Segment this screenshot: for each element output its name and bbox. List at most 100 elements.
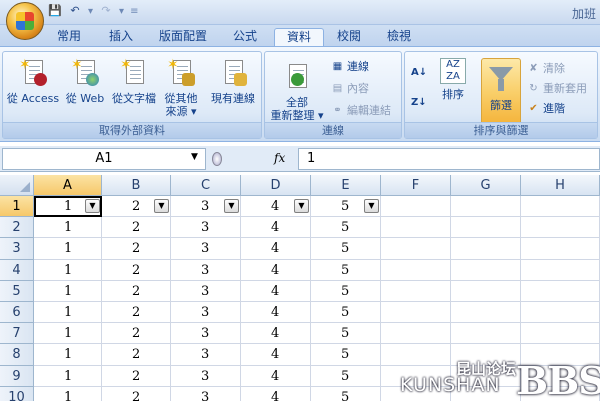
row-header-9[interactable]: 9 <box>0 365 34 387</box>
cell-h5[interactable] <box>521 280 600 302</box>
tab-page-layout[interactable]: 版面配置 <box>152 28 214 47</box>
cell-e7[interactable]: 5 <box>311 323 381 345</box>
sort-descending-button[interactable]: Z↓ <box>411 96 427 109</box>
row-header-6[interactable]: 6 <box>0 302 34 324</box>
office-button[interactable] <box>6 2 44 40</box>
column-header-e[interactable]: E <box>311 175 381 196</box>
advanced-filter-button[interactable]: ✔ 進階 <box>527 100 565 116</box>
cell-c10[interactable]: 3 <box>171 386 241 401</box>
cell-g5[interactable] <box>451 280 521 302</box>
row-header-10[interactable]: 10 <box>0 386 34 401</box>
cell-c4[interactable]: 3 <box>171 259 241 281</box>
from-other-sources-button[interactable]: ✶ 從其他 來源 ▾ <box>161 58 201 118</box>
cell-g2[interactable] <box>451 217 521 239</box>
autofilter-dropdown-icon[interactable]: ▼ <box>154 199 169 213</box>
row-header-1[interactable]: 1 <box>0 196 34 218</box>
save-icon[interactable]: 💾 <box>48 4 62 18</box>
cell-f1[interactable] <box>381 196 451 218</box>
cell-e3[interactable]: 5 <box>311 238 381 260</box>
cell-h1[interactable] <box>521 196 600 218</box>
tab-insert[interactable]: 插入 <box>102 28 140 47</box>
redo-icon[interactable]: ↷ <box>99 4 113 18</box>
cell-e10[interactable]: 5 <box>311 386 381 401</box>
cell-d3[interactable]: 4 <box>241 238 311 260</box>
cell-g1[interactable] <box>451 196 521 218</box>
cell-f4[interactable] <box>381 259 451 281</box>
tab-data[interactable]: 資料 <box>274 28 324 47</box>
autofilter-dropdown-icon[interactable]: ▼ <box>364 199 379 213</box>
cell-d10[interactable]: 4 <box>241 386 311 401</box>
cell-b4[interactable]: 2 <box>102 259 171 281</box>
cell-a6[interactable]: 1 <box>34 302 102 324</box>
row-header-5[interactable]: 5 <box>0 280 34 302</box>
column-header-g[interactable]: G <box>451 175 521 196</box>
cell-c2[interactable]: 3 <box>171 217 241 239</box>
cell-c8[interactable]: 3 <box>171 344 241 366</box>
cell-h2[interactable] <box>521 217 600 239</box>
properties-button[interactable]: ▤ 內容 <box>331 80 369 96</box>
cell-d4[interactable]: 4 <box>241 259 311 281</box>
cell-e8[interactable]: 5 <box>311 344 381 366</box>
from-text-button[interactable]: ✶ 從文字檔 <box>109 58 159 105</box>
cell-a2[interactable]: 1 <box>34 217 102 239</box>
formula-input[interactable]: 1 <box>298 148 600 170</box>
edit-links-button[interactable]: ⚭ 編輯連結 <box>331 102 391 118</box>
customize-qat-icon[interactable]: ≡ <box>130 6 138 17</box>
cell-a9[interactable]: 1 <box>34 365 102 387</box>
cell-b9[interactable]: 2 <box>102 365 171 387</box>
sort-ascending-button[interactable]: A↓ <box>411 66 427 79</box>
cell-e2[interactable]: 5 <box>311 217 381 239</box>
cell-f5[interactable] <box>381 280 451 302</box>
redo-dropdown-icon[interactable]: ▾ <box>119 6 124 17</box>
cell-h6[interactable] <box>521 302 600 324</box>
formula-bar-resize-handle[interactable] <box>212 152 222 166</box>
filter-button[interactable]: 篩選 <box>481 58 521 126</box>
cell-e9[interactable]: 5 <box>311 365 381 387</box>
undo-icon[interactable]: ↶ <box>68 4 82 18</box>
row-header-8[interactable]: 8 <box>0 344 34 366</box>
autofilter-dropdown-icon[interactable]: ▼ <box>85 199 100 213</box>
row-header-2[interactable]: 2 <box>0 217 34 239</box>
reapply-button[interactable]: ↻ 重新套用 <box>527 80 587 96</box>
cell-a5[interactable]: 1 <box>34 280 102 302</box>
cell-h7[interactable] <box>521 323 600 345</box>
column-header-a[interactable]: A <box>34 175 102 196</box>
cell-e5[interactable]: 5 <box>311 280 381 302</box>
autofilter-dropdown-icon[interactable]: ▼ <box>224 199 239 213</box>
cell-b8[interactable]: 2 <box>102 344 171 366</box>
column-header-h[interactable]: H <box>521 175 600 196</box>
tab-home[interactable]: 常用 <box>50 28 88 47</box>
autofilter-dropdown-icon[interactable]: ▼ <box>294 199 309 213</box>
existing-connections-button[interactable]: 現有連線 <box>207 58 259 105</box>
cell-d8[interactable]: 4 <box>241 344 311 366</box>
cell-c7[interactable]: 3 <box>171 323 241 345</box>
column-header-d[interactable]: D <box>241 175 311 196</box>
clear-filter-button[interactable]: ✘ 清除 <box>527 60 565 76</box>
cell-g6[interactable] <box>451 302 521 324</box>
from-access-button[interactable]: ✶ 從 Access <box>5 58 61 105</box>
cell-h3[interactable] <box>521 238 600 260</box>
cell-b5[interactable]: 2 <box>102 280 171 302</box>
column-header-c[interactable]: C <box>171 175 241 196</box>
cell-a8[interactable]: 1 <box>34 344 102 366</box>
cell-c5[interactable]: 3 <box>171 280 241 302</box>
select-all-corner[interactable] <box>0 175 34 196</box>
cell-f7[interactable] <box>381 323 451 345</box>
row-header-3[interactable]: 3 <box>0 238 34 260</box>
cell-d9[interactable]: 4 <box>241 365 311 387</box>
cell-a10[interactable]: 1 <box>34 386 102 401</box>
cell-b10[interactable]: 2 <box>102 386 171 401</box>
cell-d6[interactable]: 4 <box>241 302 311 324</box>
cell-a7[interactable]: 1 <box>34 323 102 345</box>
undo-dropdown-icon[interactable]: ▾ <box>88 6 93 17</box>
cell-d7[interactable]: 4 <box>241 323 311 345</box>
cell-b7[interactable]: 2 <box>102 323 171 345</box>
cell-b2[interactable]: 2 <box>102 217 171 239</box>
row-header-4[interactable]: 4 <box>0 259 34 281</box>
name-box[interactable]: A1 <box>2 148 206 170</box>
connections-button[interactable]: ▦ 連線 <box>331 58 369 74</box>
cell-a4[interactable]: 1 <box>34 259 102 281</box>
cell-b6[interactable]: 2 <box>102 302 171 324</box>
tab-formulas[interactable]: 公式 <box>226 28 264 47</box>
cell-h4[interactable] <box>521 259 600 281</box>
